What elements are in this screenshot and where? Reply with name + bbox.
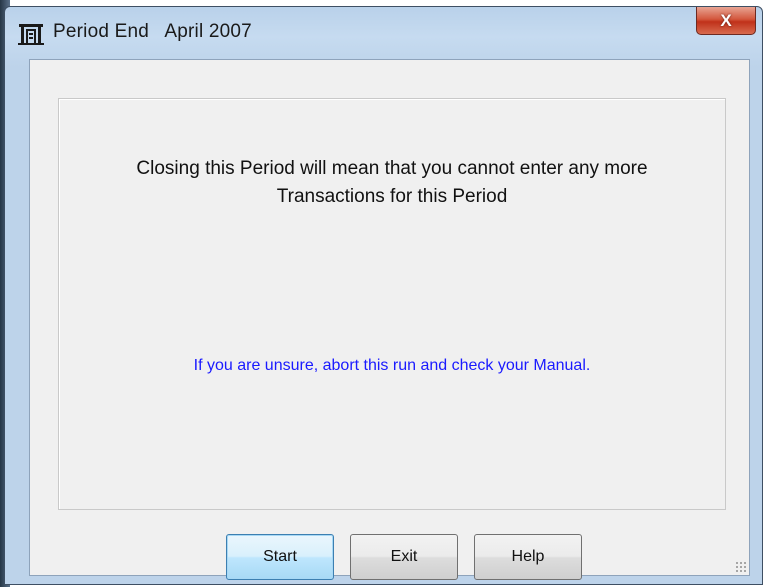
message-panel: Closing this Period will mean that you c… [58, 98, 726, 510]
title-bar[interactable]: Period End April 2007 X [5, 7, 762, 59]
resize-grip[interactable] [735, 561, 747, 573]
warning-message: Closing this Period will mean that you c… [59, 155, 725, 211]
start-button[interactable]: Start [226, 534, 334, 580]
warning-line-2: Transactions for this Period [276, 186, 508, 207]
dialog-client-area: Closing this Period will mean that you c… [29, 59, 750, 580]
exit-button[interactable]: Exit [350, 534, 458, 580]
app-icon [18, 24, 44, 45]
hint-message: If you are unsure, abort this run and ch… [193, 357, 591, 374]
warning-line-1: Closing this Period will mean that you c… [136, 158, 648, 179]
period-end-dialog: Period End April 2007 X Closing this Per… [4, 6, 763, 585]
window-title: Period End April 2007 [53, 21, 252, 42]
help-button[interactable]: Help [474, 534, 582, 580]
close-icon: X [720, 10, 732, 30]
close-button[interactable]: X [696, 7, 756, 35]
